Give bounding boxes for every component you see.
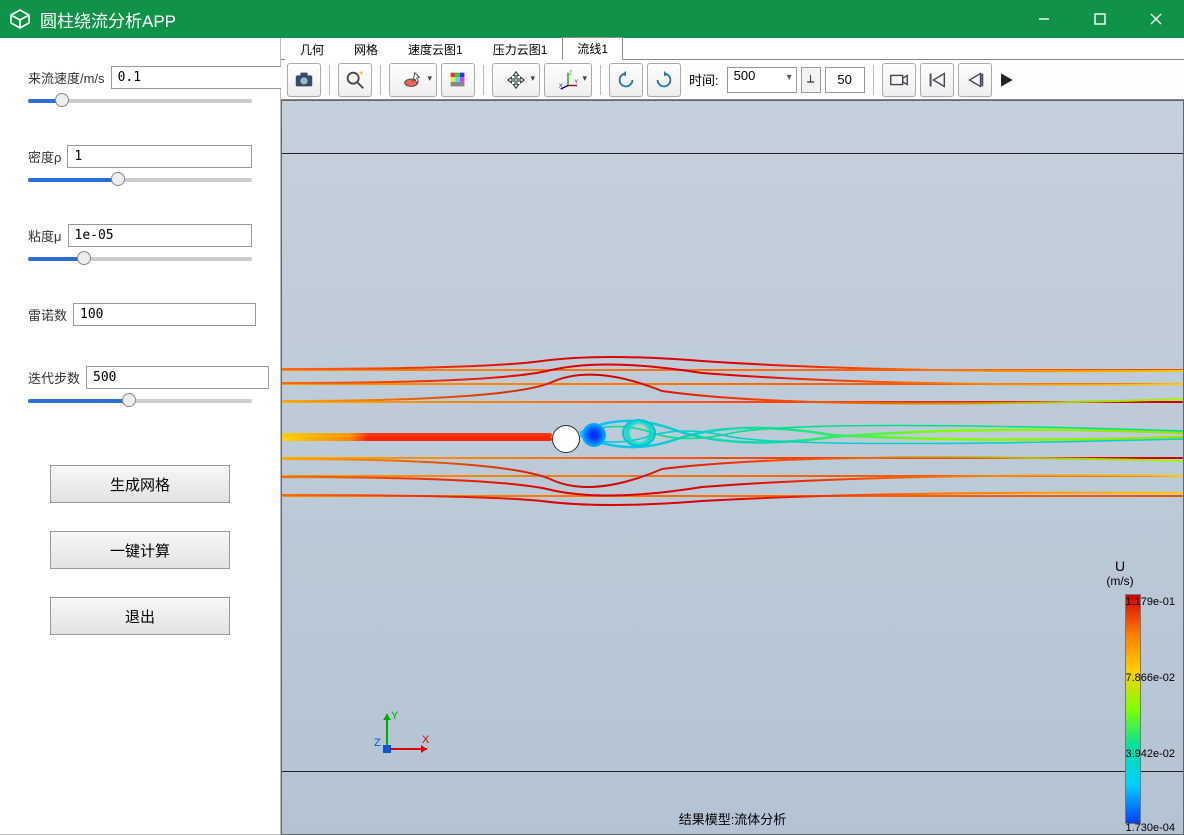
viscosity-input[interactable] xyxy=(68,224,253,247)
param-viscosity: 粘度μ xyxy=(28,224,252,263)
pan-mode-button[interactable] xyxy=(492,63,540,97)
minimize-button[interactable] xyxy=(1016,0,1072,38)
svg-text:X: X xyxy=(559,83,563,89)
axis-gizmo-icon: X Y Z xyxy=(372,709,432,764)
screenshot-button[interactable] xyxy=(287,63,321,97)
separator xyxy=(380,65,381,95)
camera-record-button[interactable] xyxy=(882,63,916,97)
sidebar: 来流速度/m/s 密度ρ 粘度μ xyxy=(0,38,281,835)
separator xyxy=(600,65,601,95)
color-legend: U (m/s) 1.179e-01 7.866e-02 3.942e-02 1.… xyxy=(1065,558,1175,824)
density-slider[interactable] xyxy=(28,174,252,184)
iterations-input[interactable] xyxy=(86,366,269,389)
param-label: 密度ρ xyxy=(28,147,61,166)
vortex xyxy=(622,419,656,447)
separator xyxy=(483,65,484,95)
play-button[interactable] xyxy=(996,63,1016,97)
exit-button[interactable]: 退出 xyxy=(50,597,230,635)
window-titlebar: 圆柱绕流分析APP xyxy=(0,0,1184,38)
time-label: 时间: xyxy=(689,70,719,89)
generate-mesh-button[interactable]: 生成网格 xyxy=(50,465,230,503)
reynolds-input[interactable] xyxy=(73,303,256,326)
time-select[interactable]: 500 xyxy=(727,67,797,93)
viscosity-slider[interactable] xyxy=(28,253,252,263)
param-label: 雷诺数 xyxy=(28,305,67,324)
svg-text:Z: Z xyxy=(569,70,573,76)
iterations-slider[interactable] xyxy=(28,395,252,405)
rotate-left-button[interactable] xyxy=(609,63,643,97)
tab-pressure-contour[interactable]: 压力云图1 xyxy=(478,38,563,60)
legend-colorbar xyxy=(1125,594,1141,824)
domain-top-wall xyxy=(282,153,1183,154)
param-reynolds: 雷诺数 xyxy=(28,303,252,326)
svg-text:Y: Y xyxy=(574,79,578,85)
legend-max: 1.179e-01 xyxy=(1125,596,1175,608)
legend-mid1: 7.866e-02 xyxy=(1125,672,1175,684)
separator xyxy=(873,65,874,95)
legend-min: 1.730e-04 xyxy=(1125,822,1175,834)
legend-unit: (m/s) xyxy=(1065,574,1175,588)
param-iterations: 迭代步数 xyxy=(28,366,252,405)
tabs-bar: 几何 网格 速度云图1 压力云图1 流线1 xyxy=(281,38,1184,60)
time-value: 500 xyxy=(734,68,756,83)
domain-bottom-wall xyxy=(282,771,1183,772)
tab-geometry[interactable]: 几何 xyxy=(285,38,339,60)
step-input[interactable] xyxy=(825,67,865,93)
tab-mesh[interactable]: 网格 xyxy=(339,38,393,60)
param-label: 迭代步数 xyxy=(28,368,80,387)
compute-button[interactable]: 一键计算 xyxy=(50,531,230,569)
param-label: 粘度μ xyxy=(28,226,62,245)
velocity-input[interactable] xyxy=(111,66,294,89)
flow-curves xyxy=(282,351,1184,531)
result-model-label: 结果模型:流体分析 xyxy=(679,809,787,828)
legend-mid2: 3.942e-02 xyxy=(1125,748,1175,760)
tab-velocity-contour[interactable]: 速度云图1 xyxy=(393,38,478,60)
window-title: 圆柱绕流分析APP xyxy=(40,7,1016,32)
color-cube-button[interactable] xyxy=(441,63,475,97)
tab-streamlines[interactable]: 流线1 xyxy=(562,37,623,60)
cylinder-body xyxy=(552,425,580,453)
maximize-button[interactable] xyxy=(1072,0,1128,38)
zoom-fit-button[interactable] xyxy=(338,63,372,97)
main-area: 几何 网格 速度云图1 压力云图1 流线1 ZYX 时间: 500 ⟂ xyxy=(281,38,1184,835)
viewer-toolbar: ZY X 时间: 500 ⟂ xyxy=(281,60,1184,100)
density-input[interactable] xyxy=(67,145,252,168)
prev-frame-button[interactable] xyxy=(958,63,992,97)
rotate-right-button[interactable] xyxy=(647,63,681,97)
param-velocity: 来流速度/m/s xyxy=(28,66,252,105)
selection-mode-button[interactable] xyxy=(389,63,437,97)
app-logo-icon xyxy=(8,7,32,31)
svg-text:X: X xyxy=(422,734,430,746)
viewport-3d[interactable]: X Y Z U (m/s) 1.179e-01 7.866e-02 3.942e… xyxy=(281,100,1184,835)
axis-view-button[interactable]: ZY X xyxy=(544,63,592,97)
step-down-button[interactable]: ⟂ xyxy=(801,67,821,93)
svg-text:Z: Z xyxy=(374,737,381,749)
velocity-slider[interactable] xyxy=(28,95,252,105)
vortex xyxy=(582,423,606,447)
param-density: 密度ρ xyxy=(28,145,252,184)
svg-text:Y: Y xyxy=(391,710,399,722)
legend-title: U xyxy=(1065,558,1175,574)
close-button[interactable] xyxy=(1128,0,1184,38)
separator xyxy=(329,65,330,95)
first-frame-button[interactable] xyxy=(920,63,954,97)
param-label: 来流速度/m/s xyxy=(28,68,105,87)
